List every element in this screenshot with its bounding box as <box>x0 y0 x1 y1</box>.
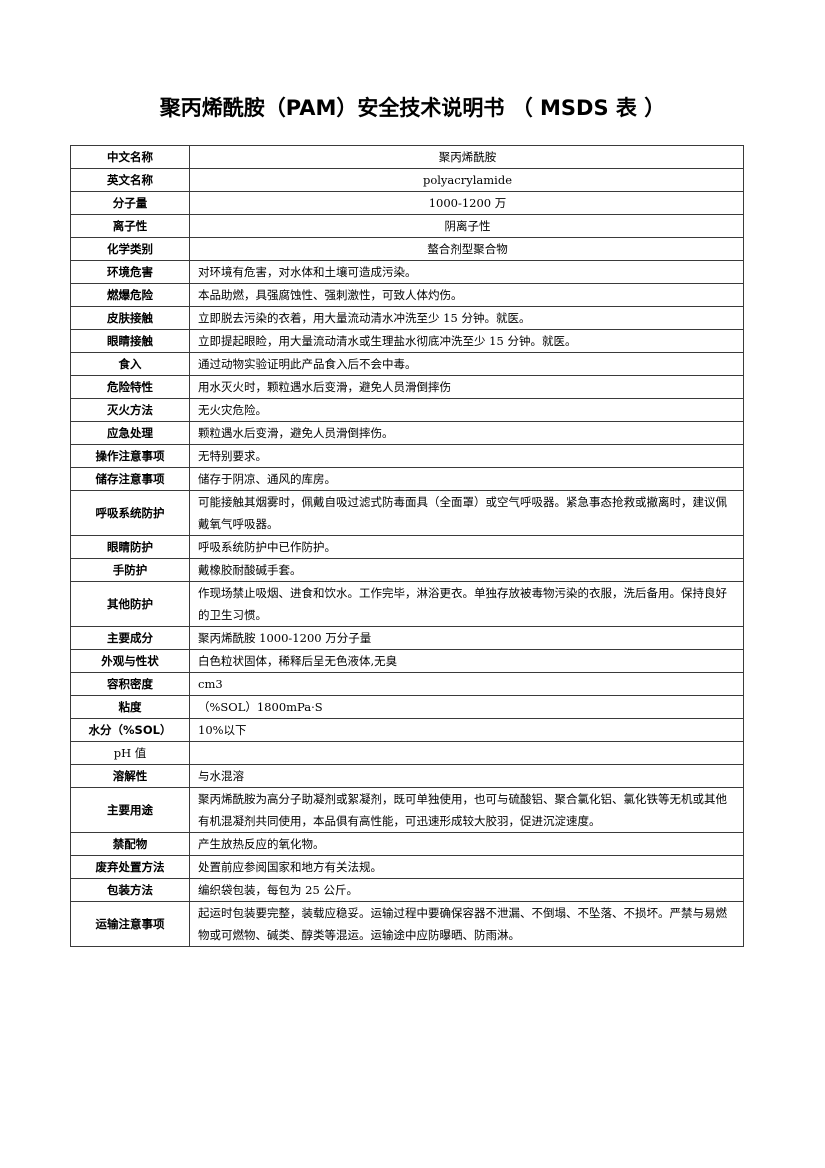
row-label: 应急处理 <box>70 421 190 445</box>
table-row: 中文名称 聚丙烯酰胺 <box>70 145 744 169</box>
table-row: 英文名称 polyacrylamide <box>70 168 744 192</box>
row-label: 食入 <box>70 352 190 376</box>
row-value: 与水混溶 <box>189 764 744 788</box>
row-label: 溶解性 <box>70 764 190 788</box>
row-label: 废弃处置方法 <box>70 855 190 879</box>
table-row: 皮肤接触 立即脱去污染的衣着，用大量流动清水冲洗至少 15 分钟。就医。 <box>70 306 744 330</box>
row-value: （%SOL）1800mPa·S <box>189 695 744 719</box>
row-value: 用水灭火时，颗粒遇水后变滑，避免人员滑倒摔伤 <box>189 375 744 399</box>
row-value: 聚丙烯酰胺为高分子助凝剂或絮凝剂，既可单独使用，也可与硫酸铝、聚合氯化铝、氯化铁… <box>189 787 744 833</box>
row-label: 灭火方法 <box>70 398 190 422</box>
row-value: 作现场禁止吸烟、进食和饮水。工作完毕，淋浴更衣。单独存放被毒物污染的衣服，洗后备… <box>189 581 744 627</box>
table-row: 操作注意事项 无特别要求。 <box>70 444 744 468</box>
row-label: 离子性 <box>70 214 190 238</box>
table-row: 手防护 戴橡胶耐酸碱手套。 <box>70 558 744 582</box>
row-value: 本品助燃，具强腐蚀性、强刺激性，可致人体灼伤。 <box>189 283 744 307</box>
row-value: 产生放热反应的氧化物。 <box>189 832 744 856</box>
table-row: 禁配物 产生放热反应的氧化物。 <box>70 832 744 856</box>
row-value: 储存于阴凉、通风的库房。 <box>189 467 744 491</box>
row-value: 螯合剂型聚合物 <box>189 237 744 261</box>
row-label: 粘度 <box>70 695 190 719</box>
table-row: 主要成分 聚丙烯酰胺 1000-1200 万分子量 <box>70 626 744 650</box>
table-row: 呼吸系统防护 可能接触其烟雾时，佩戴自吸过滤式防毒面具（全面罩）或空气呼吸器。紧急… <box>70 490 744 536</box>
row-value: 对环境有危害，对水体和土壤可造成污染。 <box>189 260 744 284</box>
row-label: 中文名称 <box>70 145 190 169</box>
row-value: 戴橡胶耐酸碱手套。 <box>189 558 744 582</box>
row-value: 通过动物实验证明此产品食入后不会中毒。 <box>189 352 744 376</box>
table-row: 环境危害 对环境有危害，对水体和土壤可造成污染。 <box>70 260 744 284</box>
row-label: 危险特性 <box>70 375 190 399</box>
table-row: 水分（%SOL） 10%以下 <box>70 718 744 742</box>
table-row: 外观与性状 白色粒状固体，稀释后呈无色液体,无臭 <box>70 649 744 673</box>
table-row: 废弃处置方法 处置前应参阅国家和地方有关法规。 <box>70 855 744 879</box>
table-row: 其他防护 作现场禁止吸烟、进食和饮水。工作完毕，淋浴更衣。单独存放被毒物污染的衣服… <box>70 581 744 627</box>
row-value: cm3 <box>189 672 744 696</box>
row-value <box>189 741 744 765</box>
row-label: 呼吸系统防护 <box>70 490 190 536</box>
row-value: 起运时包装要完整，装载应稳妥。运输过程中要确保容器不泄漏、不倒塌、不坠落、不损坏… <box>189 901 744 947</box>
row-label: 主要用途 <box>70 787 190 833</box>
row-value: 1000-1200 万 <box>189 191 744 215</box>
row-value: 可能接触其烟雾时，佩戴自吸过滤式防毒面具（全面罩）或空气呼吸器。紧急事态抢救或撤… <box>189 490 744 536</box>
table-row: 灭火方法 无火灾危险。 <box>70 398 744 422</box>
row-label: 外观与性状 <box>70 649 190 673</box>
row-label: 禁配物 <box>70 832 190 856</box>
table-row: 包装方法 编织袋包装，每包为 25 公斤。 <box>70 878 744 902</box>
table-row: pH 值 <box>70 741 744 765</box>
row-value: 颗粒遇水后变滑，避免人员滑倒摔伤。 <box>189 421 744 445</box>
table-row: 主要用途 聚丙烯酰胺为高分子助凝剂或絮凝剂，既可单独使用，也可与硫酸铝、聚合氯化铝… <box>70 787 744 833</box>
row-label: 主要成分 <box>70 626 190 650</box>
row-value: 聚丙烯酰胺 <box>189 145 744 169</box>
row-value: 处置前应参阅国家和地方有关法规。 <box>189 855 744 879</box>
table-row: 应急处理 颗粒遇水后变滑，避免人员滑倒摔伤。 <box>70 421 744 445</box>
table-row: 危险特性 用水灭火时，颗粒遇水后变滑，避免人员滑倒摔伤 <box>70 375 744 399</box>
row-value: 10%以下 <box>189 718 744 742</box>
row-label: 环境危害 <box>70 260 190 284</box>
table-row: 化学类别 螯合剂型聚合物 <box>70 237 744 261</box>
row-value: 无特别要求。 <box>189 444 744 468</box>
row-label: 燃爆危险 <box>70 283 190 307</box>
row-label: 分子量 <box>70 191 190 215</box>
table-row: 粘度 （%SOL）1800mPa·S <box>70 695 744 719</box>
table-row: 容积密度 cm3 <box>70 672 744 696</box>
row-label: 皮肤接触 <box>70 306 190 330</box>
msds-table-body: 中文名称 聚丙烯酰胺 英文名称 polyacrylamide 分子量 1000-1200 … <box>70 145 744 947</box>
row-label: 化学类别 <box>70 237 190 261</box>
row-label: 手防护 <box>70 558 190 582</box>
table-row: 燃爆危险 本品助燃，具强腐蚀性、强刺激性，可致人体灼伤。 <box>70 283 744 307</box>
table-row: 食入 通过动物实验证明此产品食入后不会中毒。 <box>70 352 744 376</box>
row-value: 立即提起眼睑，用大量流动清水或生理盐水彻底冲洗至少 15 分钟。就医。 <box>189 329 744 353</box>
row-value: 编织袋包装，每包为 25 公斤。 <box>189 878 744 902</box>
row-label: 包装方法 <box>70 878 190 902</box>
msds-table: 中文名称 聚丙烯酰胺 英文名称 polyacrylamide 分子量 1000-1200 … <box>70 145 744 947</box>
row-label: 水分（%SOL） <box>70 718 190 742</box>
row-value: 白色粒状固体，稀释后呈无色液体,无臭 <box>189 649 744 673</box>
row-label: 眼睛防护 <box>70 535 190 559</box>
row-label: 眼睛接触 <box>70 329 190 353</box>
row-value: 呼吸系统防护中已作防护。 <box>189 535 744 559</box>
row-label: 容积密度 <box>70 672 190 696</box>
row-value: 无火灾危险。 <box>189 398 744 422</box>
row-value: 立即脱去污染的衣着，用大量流动清水冲洗至少 15 分钟。就医。 <box>189 306 744 330</box>
row-label: 运输注意事项 <box>70 901 190 947</box>
row-value: 阴离子性 <box>189 214 744 238</box>
row-label: pH 值 <box>70 741 190 765</box>
row-value: polyacrylamide <box>189 168 744 192</box>
table-row: 储存注意事项 储存于阴凉、通风的库房。 <box>70 467 744 491</box>
row-label: 储存注意事项 <box>70 467 190 491</box>
table-row: 眼睛接触 立即提起眼睑，用大量流动清水或生理盐水彻底冲洗至少 15 分钟。就医。 <box>70 329 744 353</box>
row-value: 聚丙烯酰胺 1000-1200 万分子量 <box>189 626 744 650</box>
table-row: 运输注意事项 起运时包装要完整，装载应稳妥。运输过程中要确保容器不泄漏、不倒塌、不… <box>70 901 744 947</box>
table-row: 眼睛防护 呼吸系统防护中已作防护。 <box>70 535 744 559</box>
table-row: 分子量 1000-1200 万 <box>70 191 744 215</box>
table-row: 溶解性 与水混溶 <box>70 764 744 788</box>
row-label: 其他防护 <box>70 581 190 627</box>
table-row: 离子性 阴离子性 <box>70 214 744 238</box>
row-label: 英文名称 <box>70 168 190 192</box>
row-label: 操作注意事项 <box>70 444 190 468</box>
document-title: 聚丙烯酰胺（PAM）安全技术说明书 （ MSDS 表 ） <box>159 96 666 120</box>
